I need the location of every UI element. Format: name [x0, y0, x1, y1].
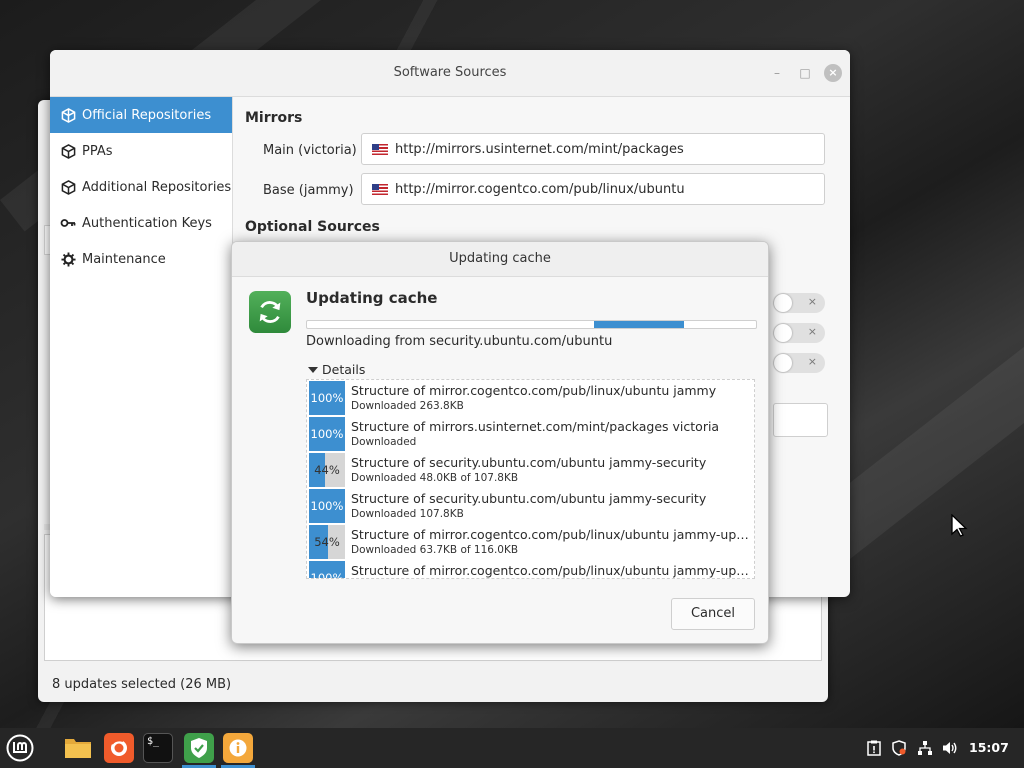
volume-icon[interactable] — [942, 740, 958, 756]
base-mirror-url: http://mirror.cogentco.com/pub/linux/ubu… — [395, 181, 685, 197]
download-percent-label: 100% — [310, 571, 344, 579]
progress-bar — [306, 320, 757, 329]
download-row: 54% Structure of mirror.cogentco.com/pub/… — [307, 524, 754, 560]
sidebar: Official Repositories PPAs Additional Re… — [50, 97, 233, 597]
update-manager-icon[interactable] — [184, 733, 214, 763]
key-icon — [60, 215, 76, 231]
source-code-toggle[interactable]: × — [773, 293, 825, 313]
download-detail: Downloaded — [351, 436, 417, 448]
debug-symbols-toggle[interactable]: × — [773, 323, 825, 343]
base-mirror-button[interactable]: http://mirror.cogentco.com/pub/linux/ubu… — [361, 173, 825, 205]
toggle-off-icon: × — [807, 295, 817, 308]
download-name: Structure of mirror.cogentco.com/pub/lin… — [351, 383, 717, 398]
window-title: Software Sources — [393, 65, 507, 80]
download-percent: 100% — [309, 381, 345, 415]
notes-icon[interactable] — [866, 740, 882, 756]
download-percent: 54% — [309, 525, 345, 559]
toggle-off-icon: × — [807, 355, 817, 368]
download-name: Structure of mirror.cogentco.com/pub/lin… — [351, 527, 751, 542]
us-flag-icon — [372, 183, 388, 195]
download-percent: 100% — [309, 489, 345, 523]
sidebar-item-label: PPAs — [82, 143, 113, 159]
download-list[interactable]: 100% Structure of mirror.cogentco.com/pub… — [306, 379, 755, 579]
download-name: Structure of mirror.cogentco.com/pub/lin… — [351, 563, 751, 578]
progress-fill — [594, 321, 685, 328]
main-mirror-url: http://mirrors.usinternet.com/mint/packa… — [395, 141, 684, 157]
close-button[interactable]: × — [824, 64, 842, 82]
download-percent-label: 44% — [314, 463, 340, 477]
sidebar-item-maintenance[interactable]: Maintenance — [50, 241, 232, 277]
sidebar-item-additional-repositories[interactable]: Additional Repositories — [50, 169, 232, 205]
network-icon[interactable] — [917, 740, 933, 756]
folder-icon[interactable] — [63, 733, 93, 763]
download-detail: Downloaded 107.8KB — [351, 508, 464, 520]
download-row: 100% Structure of security.ubuntu.com/ubu… — [307, 488, 754, 524]
download-detail: Downloaded 63.7KB of 116.0KB — [351, 544, 519, 556]
download-name: Structure of mirrors.usinternet.com/mint… — [351, 419, 720, 434]
backports-toggle[interactable]: × — [773, 353, 825, 373]
download-row: 100% Structure of mirrors.usinternet.com/… — [307, 416, 754, 452]
main-mirror-button[interactable]: http://mirrors.usinternet.com/mint/packa… — [361, 133, 825, 165]
firefox-icon[interactable] — [104, 733, 134, 763]
maximize-button[interactable]: □ — [796, 64, 814, 82]
download-status: Downloading from security.ubuntu.com/ubu… — [306, 334, 613, 349]
download-percent-label: 100% — [310, 499, 344, 513]
sidebar-item-official-repositories[interactable]: Official Repositories — [50, 97, 232, 133]
terminal-icon[interactable]: $_ — [143, 733, 173, 763]
sidebar-item-label: Official Repositories — [82, 107, 212, 123]
titlebar[interactable]: Software Sources – □ × — [50, 50, 850, 97]
package-icon — [60, 107, 76, 123]
details-expander[interactable]: Details — [308, 362, 365, 377]
download-detail: Downloaded 48.0KB of 107.8KB — [351, 472, 519, 484]
package-icon — [60, 179, 76, 195]
sidebar-item-label: Authentication Keys — [82, 215, 212, 231]
mouse-cursor-icon — [950, 513, 970, 542]
download-name: Structure of security.ubuntu.com/ubuntu … — [351, 455, 707, 470]
main-mirror-label: Main (victoria) — [263, 143, 357, 158]
download-percent: 100% — [309, 417, 345, 451]
menu-icon[interactable] — [5, 733, 35, 763]
optional-sources-heading: Optional Sources — [245, 219, 380, 235]
sidebar-item-ppas[interactable]: PPAs — [50, 133, 232, 169]
updates-status: 8 updates selected (26 MB) — [52, 677, 232, 692]
details-label: Details — [322, 362, 366, 377]
taskbar: $_ 15:07 — [0, 728, 1024, 768]
sidebar-item-authentication-keys[interactable]: Authentication Keys — [50, 205, 232, 241]
info-icon[interactable] — [223, 733, 253, 763]
minimize-button[interactable]: – — [768, 64, 786, 82]
expander-arrow-icon — [308, 366, 318, 373]
download-name: Structure of security.ubuntu.com/ubuntu … — [351, 491, 707, 506]
download-percent-label: 100% — [310, 391, 344, 405]
updating-cache-dialog: Updating cache Updating cache Downloadin… — [231, 241, 769, 644]
download-row: 100% Structure of mirror.cogentco.com/pub… — [307, 380, 754, 416]
mirrors-heading: Mirrors — [245, 110, 303, 126]
download-percent-label: 54% — [314, 535, 340, 549]
gear-icon — [60, 251, 76, 267]
cancel-button[interactable]: Cancel — [671, 598, 755, 630]
sidebar-item-label: Maintenance — [82, 251, 166, 267]
obscured-field[interactable] — [773, 403, 828, 437]
shield-icon[interactable] — [891, 740, 907, 756]
download-percent: 100% — [309, 561, 345, 579]
download-percent: 44% — [309, 453, 345, 487]
download-row: 44% Structure of security.ubuntu.com/ubun… — [307, 452, 754, 488]
download-detail: Downloaded 263.8KB — [351, 400, 464, 412]
download-percent-label: 100% — [310, 427, 344, 441]
sidebar-item-label: Additional Repositories — [82, 179, 232, 195]
download-row: 100% Structure of mirror.cogentco.com/pub… — [307, 560, 754, 579]
package-icon — [60, 143, 76, 159]
terminal-glyph: $_ — [147, 736, 160, 747]
dialog-titlebar[interactable]: Updating cache — [232, 242, 768, 277]
refresh-icon — [249, 291, 291, 333]
dialog-heading: Updating cache — [306, 289, 438, 307]
base-mirror-label: Base (jammy) — [263, 183, 354, 198]
clock[interactable]: 15:07 — [969, 740, 1009, 755]
us-flag-icon — [372, 143, 388, 155]
toggle-off-icon: × — [807, 325, 817, 338]
